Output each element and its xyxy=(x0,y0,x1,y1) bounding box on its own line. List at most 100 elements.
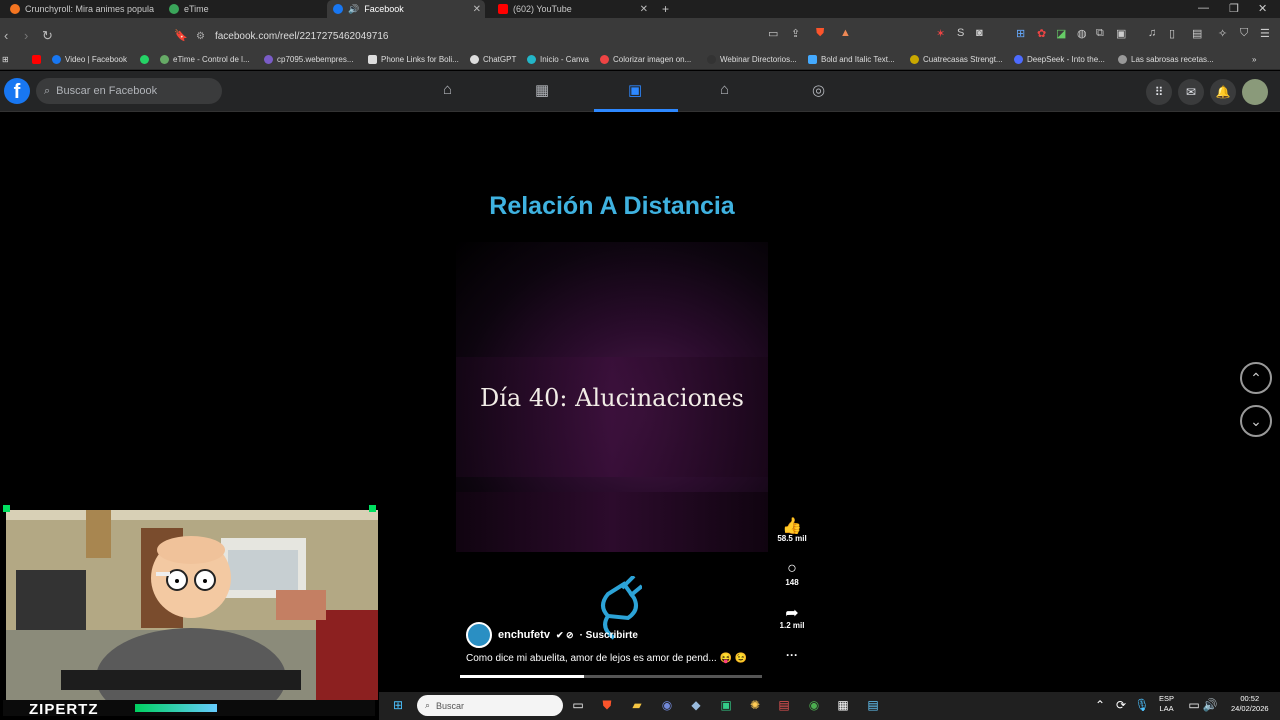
more-options-button[interactable]: ··· xyxy=(772,648,812,662)
reels-icon[interactable]: ▣ xyxy=(628,81,642,99)
clock[interactable]: 00:52 24/02/2026 xyxy=(1231,694,1269,714)
video-progress[interactable] xyxy=(460,675,762,678)
bookmark-item[interactable]: Cuatrecasas Strengt... xyxy=(910,55,1003,64)
sidebar-icon[interactable]: ▯ xyxy=(1169,27,1175,40)
tab-facebook[interactable]: 🔊 Facebook ✕ xyxy=(327,0,485,18)
restore-icon[interactable]: ❐ xyxy=(1229,2,1239,15)
whatsapp-bookmark-icon[interactable] xyxy=(140,55,149,64)
language-indicator[interactable]: ESP LAA xyxy=(1159,694,1174,714)
bookmark-icon[interactable]: 🔖 xyxy=(174,29,188,42)
url-field[interactable]: ⚙ facebook.com/reel/2217275462049716 xyxy=(196,26,856,46)
next-reel-button[interactable]: ⌄ xyxy=(1240,405,1272,437)
close-tab-icon[interactable]: ✕ xyxy=(640,4,648,15)
discord-icon[interactable]: ◉ xyxy=(658,696,676,714)
extension-icon[interactable]: ✶ xyxy=(936,27,945,40)
share-button[interactable]: ➦ 1.2 mil xyxy=(772,603,812,630)
notepad-icon[interactable]: ▤ xyxy=(864,696,882,714)
bookmark-item[interactable]: eTime - Control de l... xyxy=(160,55,250,64)
new-tab-button[interactable]: + xyxy=(656,0,676,18)
forward-icon[interactable]: › xyxy=(24,28,28,43)
facebook-logo-icon[interactable]: f xyxy=(4,78,30,104)
tab-label: Crunchyroll: Mira animes populares, xyxy=(25,4,154,14)
search-icon: ⌕ xyxy=(425,700,431,710)
reel-video[interactable]: Relación A Distancia Día 40: Alucinacion… xyxy=(456,112,768,680)
close-window-icon[interactable]: ✕ xyxy=(1258,2,1267,15)
menu-grid-icon[interactable]: ⠿ xyxy=(1146,79,1172,105)
bookmark-item[interactable]: Las sabrosas recetas... xyxy=(1118,55,1214,64)
minimize-icon[interactable]: — xyxy=(1198,2,1209,14)
bookmark-item[interactable]: ChatGPT xyxy=(470,55,516,64)
cast-icon[interactable]: ▭ xyxy=(768,27,778,40)
extension-red-icon[interactable]: ✿ xyxy=(1037,27,1046,40)
extension-s-icon[interactable]: S xyxy=(957,27,964,39)
share-icon[interactable]: ⇪ xyxy=(791,27,800,40)
youtube-bookmark-icon[interactable] xyxy=(32,55,41,64)
facebook-search[interactable]: ⌕ Buscar en Facebook xyxy=(36,78,222,104)
more-bookmarks-icon[interactable]: » xyxy=(1252,55,1256,64)
calculator-icon[interactable]: ▦ xyxy=(834,696,852,714)
extension-color-icon[interactable]: ◪ xyxy=(1056,27,1066,40)
screenshot-icon[interactable]: ▣ xyxy=(1116,27,1126,40)
camera-icon[interactable]: ◙ xyxy=(976,27,983,39)
video-icon[interactable]: ▦ xyxy=(535,81,549,99)
file-explorer-icon[interactable]: ▰ xyxy=(628,696,646,714)
facebook-icon xyxy=(333,4,343,14)
brave-taskbar-icon[interactable]: ⛊ xyxy=(598,696,616,714)
wifi-sync-icon[interactable]: ⟳ xyxy=(1112,696,1130,714)
tab-youtube[interactable]: (602) YouTube ✕ xyxy=(492,0,652,18)
leo-ai-icon[interactable]: ✧ xyxy=(1218,27,1227,40)
steam-icon[interactable]: ◆ xyxy=(687,696,705,714)
bookmark-item[interactable]: DeepSeek - Into the... xyxy=(1014,55,1105,64)
wallet-icon[interactable]: ▤ xyxy=(1192,27,1202,40)
app-red-icon[interactable]: ▤ xyxy=(775,696,793,714)
notifications-icon[interactable]: 🔔 xyxy=(1210,79,1236,105)
tab-etime[interactable]: eTime xyxy=(163,0,323,18)
app-green-icon[interactable]: ▣ xyxy=(717,696,735,714)
music-icon[interactable]: ♫ xyxy=(1148,27,1156,39)
crunchyroll-icon xyxy=(10,4,20,14)
author-name[interactable]: enchufetv xyxy=(498,629,550,641)
previous-reel-button[interactable]: ⌃ xyxy=(1240,362,1272,394)
site-info-icon[interactable]: ⚙ xyxy=(196,31,205,42)
translate-icon[interactable]: ⊞ xyxy=(1016,27,1025,40)
reload-icon[interactable]: ↻ xyxy=(42,28,53,44)
reel-description[interactable]: Como dice mi abuelita, amor de lejos es … xyxy=(466,653,747,664)
marketplace-icon[interactable]: ⌂ xyxy=(720,81,729,98)
extensions-puzzle-icon[interactable]: ⧉ xyxy=(1096,27,1104,40)
app-multicolor-icon[interactable]: ✺ xyxy=(746,696,764,714)
vpn-icon[interactable]: ⛉ xyxy=(1240,27,1248,40)
author-avatar[interactable] xyxy=(466,622,492,648)
bookmark-item[interactable]: Webinar Directorios... xyxy=(707,55,797,64)
brave-rewards-icon[interactable]: ▲ xyxy=(840,27,851,39)
bookmark-item[interactable]: Inicio - Canva xyxy=(527,55,589,64)
close-tab-icon[interactable]: ✕ xyxy=(473,4,481,15)
task-view-icon[interactable]: ▭ xyxy=(569,696,587,714)
back-icon[interactable]: ‹ xyxy=(4,28,8,43)
windows-start-icon[interactable]: ⊞ xyxy=(389,696,407,714)
bookmark-item[interactable]: Video | Facebook xyxy=(52,55,127,64)
reel-author[interactable]: enchufetv ✔ ⊘ · Suscribirte xyxy=(466,622,638,648)
tab-crunchyroll[interactable]: Crunchyroll: Mira animes populares, xyxy=(4,0,154,18)
chrome-icon[interactable]: ◉ xyxy=(805,696,823,714)
streamer-nameplate: ZIPERTZ xyxy=(3,700,375,718)
facebook-header: f ⌕ Buscar en Facebook ⌂ ▦ ▣ ⌂ ◎ ⠿ ✉ 🔔 xyxy=(0,71,1280,112)
brave-shield-icon[interactable]: ⛊ xyxy=(816,27,824,40)
apps-grid-icon[interactable]: ⊞ xyxy=(2,55,9,64)
like-button[interactable]: 👍 58.5 mil xyxy=(772,516,812,543)
menu-icon[interactable]: ☰ xyxy=(1260,27,1270,40)
microphone-icon[interactable]: 🎙 xyxy=(1133,696,1151,714)
bookmark-item[interactable]: Bold and Italic Text... xyxy=(808,55,895,64)
show-hidden-icons-icon[interactable]: ⌃ xyxy=(1091,696,1109,714)
subscribe-button[interactable]: · Suscribirte xyxy=(580,630,638,641)
messenger-icon[interactable]: ✉ xyxy=(1178,79,1204,105)
comment-button[interactable]: ○ 148 xyxy=(772,560,812,587)
extension-globe-icon[interactable]: ◍ xyxy=(1077,27,1087,40)
taskbar-search[interactable]: ⌕ Buscar xyxy=(417,695,563,716)
bookmark-item[interactable]: Phone Links for Boli... xyxy=(368,55,459,64)
profile-avatar[interactable] xyxy=(1242,79,1268,105)
bookmark-item[interactable]: Colorizar imagen on... xyxy=(600,55,691,64)
volume-tray-icon[interactable]: 🔊 xyxy=(1201,696,1219,714)
bookmark-item[interactable]: cp7095.webempres... xyxy=(264,55,354,64)
home-icon[interactable]: ⌂ xyxy=(443,81,452,98)
groups-icon[interactable]: ◎ xyxy=(812,81,825,99)
